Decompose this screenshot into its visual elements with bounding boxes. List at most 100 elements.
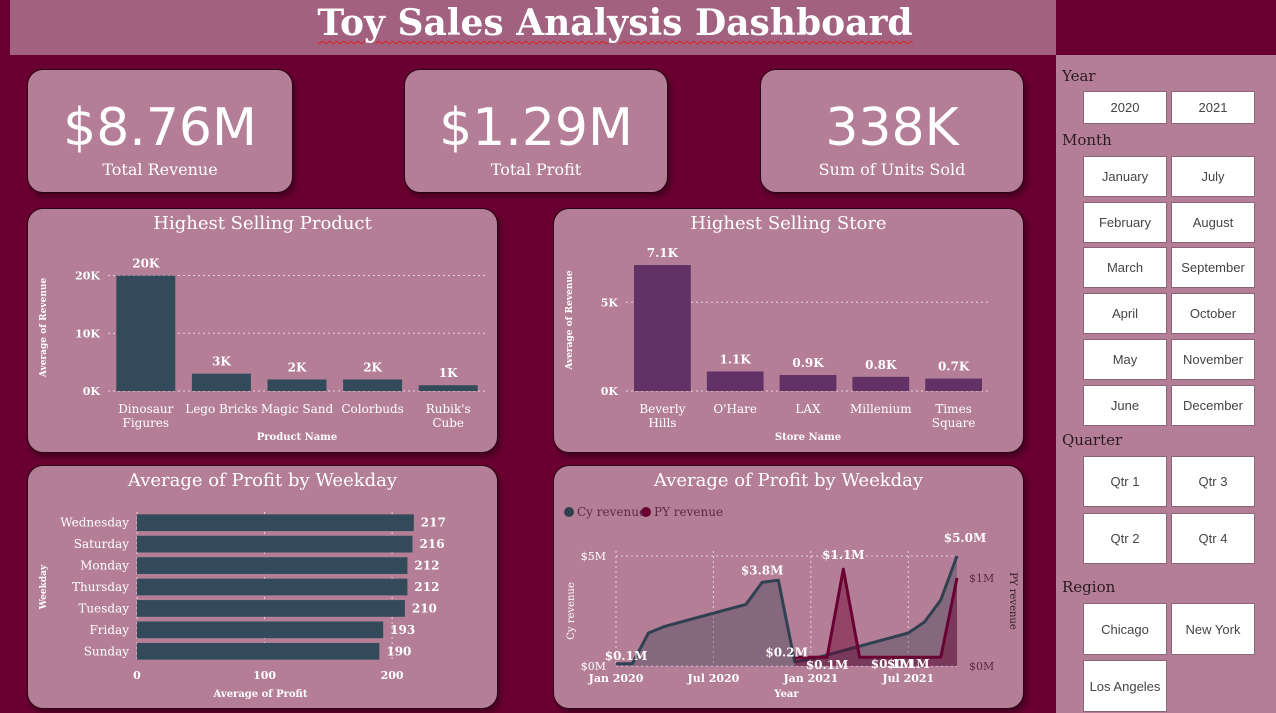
quarter-option-qtr-1[interactable]: Qtr 1: [1083, 456, 1167, 507]
weekday-bar-chart: 0 100 200 217 Wednesday 216 Saturday 212 Monday 2…: [39, 512, 446, 700]
kpi-value: 338K: [825, 98, 959, 158]
x-tick-label-line: Colorbuds: [341, 402, 403, 416]
month-option-march[interactable]: March: [1083, 247, 1167, 289]
data-label: 0.7K: [938, 360, 970, 374]
y-tick-label: 0K: [83, 385, 101, 398]
bar: [706, 371, 764, 391]
x-tick-label: Rubik's Cube: [426, 402, 471, 430]
kpi-label: Total Profit: [490, 160, 582, 179]
chart-card-revenue-trend: Average of Profit by Weekday $5M $0M $1M $0…: [553, 465, 1024, 709]
x-tick-label-line: Figures: [123, 416, 170, 430]
data-label: $5.0M: [944, 531, 987, 545]
y2-tick-label: $0M: [969, 660, 994, 673]
store-bar-chart: 0K 5K 7.1K Beverly Hills 1.1K O'Hare 0.9K LAX 0.8…: [565, 246, 990, 443]
month-option-february[interactable]: February: [1083, 201, 1167, 243]
chart-card-weekday: Average of Profit by Weekday 0 100 200 217 W…: [27, 465, 498, 709]
x-tick-label-line: Lego Bricks: [185, 402, 257, 416]
page-title: Toy Sales Analysis Dashboard: [10, 0, 1220, 50]
x-tick-label-line: Millenium: [850, 402, 912, 416]
x-axis-title: Year: [773, 689, 799, 700]
x-tick-label: O'Hare: [713, 402, 757, 416]
data-label: 2K: [363, 360, 382, 374]
month-option-october[interactable]: October: [1171, 293, 1255, 335]
y-axis-title: Average of Revenue: [565, 270, 575, 371]
data-label: $0.1M: [887, 657, 930, 671]
year-option-2020[interactable]: 2020: [1083, 91, 1167, 124]
bar: [137, 642, 380, 660]
data-label: 217: [421, 516, 446, 530]
x-tick-label: Jul 2021: [881, 672, 934, 685]
bar: [418, 385, 478, 391]
month-option-april[interactable]: April: [1083, 293, 1167, 335]
x-tick-label-line: Times: [935, 402, 971, 416]
slicer-title-year: Year: [1062, 67, 1096, 85]
bar: [779, 375, 837, 391]
slicer-title-region: Region: [1062, 578, 1116, 596]
data-label: 0.9K: [792, 356, 824, 370]
bar: [191, 373, 251, 391]
month-option-january[interactable]: January: [1083, 156, 1167, 197]
x-tick-label-line: Magic Sand: [261, 402, 334, 416]
quarter-option-qtr-2[interactable]: Qtr 2: [1083, 513, 1167, 564]
x-tick-label-line: O'Hare: [713, 402, 757, 416]
month-option-june[interactable]: June: [1083, 384, 1167, 426]
y2-tick-label: $1M: [969, 572, 994, 585]
x-axis-title: Store Name: [775, 432, 841, 443]
bar: [137, 514, 414, 532]
x-tick-label: Jan 2020: [588, 672, 644, 685]
year-option-2021[interactable]: 2021: [1171, 91, 1255, 124]
legend-marker: [564, 507, 574, 517]
month-option-august[interactable]: August: [1171, 201, 1255, 243]
kpi-card-revenue: $8.76M Total Revenue: [27, 69, 293, 193]
data-label: 7.1K: [647, 246, 679, 260]
data-label: 193: [390, 623, 415, 637]
x-tick-label: Magic Sand: [261, 402, 334, 416]
quarter-option-qtr-4[interactable]: Qtr 4: [1171, 513, 1255, 564]
x-tick-label: Millenium: [850, 402, 912, 416]
region-option-new-york[interactable]: New York: [1171, 603, 1255, 655]
y-tick-label: Saturday: [74, 537, 129, 551]
y-tick-label: 0K: [601, 385, 619, 398]
y-axis-title: Average of Revenue: [39, 278, 49, 379]
legend-label: PY revenue: [654, 505, 723, 519]
slicer-title-month: Month: [1062, 131, 1112, 149]
bar: [925, 378, 982, 391]
month-option-july[interactable]: July: [1171, 156, 1255, 197]
x-tick-label: Times Square: [932, 402, 976, 430]
x-tick-label: 200: [381, 669, 404, 682]
chart-card-store: Highest Selling Store 0K 5K 7.1K Beverly Hil…: [553, 208, 1024, 453]
revenue-area-chart: $5M$0M$1M$0MJan 2020 Jul 2020 Jan 2021 Jul …: [564, 505, 1018, 700]
kpi-card-profit: $1.29M Total Profit: [404, 69, 668, 193]
x-tick-label-line: Cube: [432, 416, 464, 430]
month-option-may[interactable]: May: [1083, 338, 1167, 380]
month-option-december[interactable]: December: [1171, 384, 1255, 426]
quarter-option-qtr-3[interactable]: Qtr 3: [1171, 456, 1255, 507]
bar: [137, 535, 413, 553]
x-axis-title: Average of Profit: [213, 689, 308, 700]
x-tick-label: Beverly Hills: [639, 402, 685, 430]
x-tick-label: Dinosaur Figures: [118, 402, 173, 430]
y-tick-label: 5K: [601, 296, 619, 309]
x-tick-label: Jan 2021: [782, 672, 838, 685]
y-tick-label: Friday: [89, 623, 129, 637]
y2-axis-title: PY revenue: [1007, 572, 1018, 630]
product-bar-chart: 0K 10K 20K 20K Dinosaur Figures 3K Lego Bricks 2…: [39, 257, 486, 443]
month-option-november[interactable]: November: [1171, 338, 1255, 380]
bar: [137, 621, 384, 639]
y-tick-label: Tuesday: [78, 601, 129, 615]
y-axis-title: Weekday: [39, 564, 49, 610]
legend-label: Cy revenue: [577, 505, 646, 519]
y-tick-label: Wednesday: [60, 516, 129, 530]
x-tick-label: Colorbuds: [341, 402, 403, 416]
region-option-chicago[interactable]: Chicago: [1083, 603, 1167, 655]
bar: [137, 600, 405, 617]
month-option-september[interactable]: September: [1171, 247, 1255, 289]
bar: [267, 379, 327, 391]
y-tick-label: $5M: [581, 550, 606, 563]
y-axis-title: Cy revenue: [566, 582, 577, 640]
region-option-los-angeles[interactable]: Los Angeles: [1083, 660, 1167, 712]
data-label: $0.2M: [765, 646, 808, 660]
data-label: 216: [420, 537, 445, 551]
x-tick-label: 0: [133, 669, 141, 682]
chart-card-product: Highest Selling Product 0K 10K 20K 20K Dinos…: [27, 208, 498, 453]
